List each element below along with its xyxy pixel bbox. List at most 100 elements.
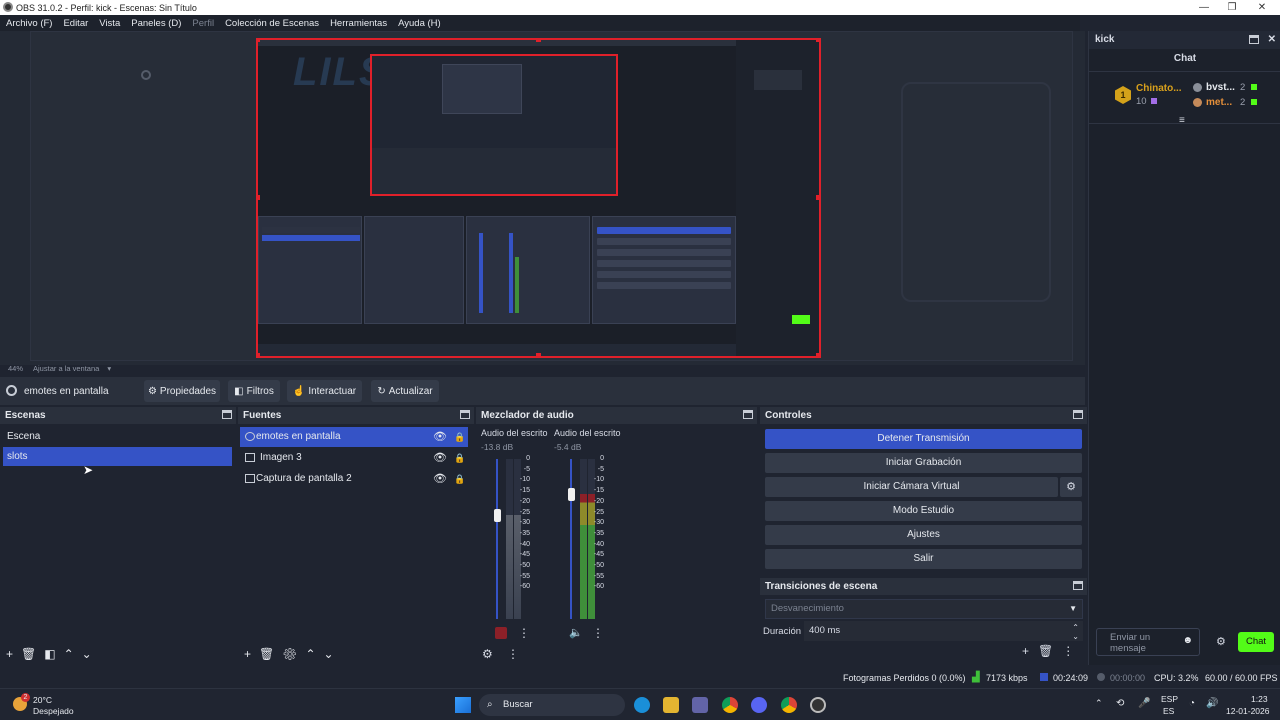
add-icon[interactable]: + — [244, 647, 259, 661]
lock-icon[interactable]: 🔒 — [454, 448, 465, 468]
properties-button[interactable]: ⚙ Propiedades — [144, 380, 220, 402]
trash-icon[interactable]: 🗑 — [21, 647, 44, 661]
undock-icon[interactable] — [743, 410, 753, 419]
source-item[interactable]: Imagen 3 👁 🔒 — [240, 448, 468, 468]
volume-slider-knob[interactable] — [568, 488, 575, 502]
clock-time[interactable]: 1:23 — [1251, 694, 1268, 704]
filter-icon[interactable]: ◧ — [44, 647, 63, 661]
expand-list-icon[interactable]: ≡ — [1179, 115, 1185, 126]
kebab-menu-icon[interactable]: ⋮ — [507, 647, 519, 661]
chat-message-input[interactable]: Enviar un mensaje ☻ — [1096, 628, 1200, 656]
undock-icon[interactable] — [1073, 410, 1083, 419]
teams-icon[interactable] — [692, 697, 708, 713]
filters-button[interactable]: ◧ Filtros — [228, 380, 280, 402]
transform-handle[interactable] — [258, 353, 260, 356]
sync-icon[interactable]: ⟲ — [1116, 698, 1124, 709]
refresh-button[interactable]: ↻ Actualizar — [371, 380, 439, 402]
menu-perfil[interactable]: Perfil — [192, 18, 214, 29]
edge-icon[interactable] — [634, 697, 650, 713]
gear-icon[interactable]: ⚙ — [482, 647, 493, 661]
menu-archivo[interactable]: Archivo (F) — [6, 18, 52, 29]
start-recording-button[interactable]: Iniciar Grabación — [765, 453, 1082, 473]
lock-icon[interactable]: 🔒 — [454, 427, 465, 447]
zoom-mode-dropdown[interactable]: Ajustar a la ventana — [33, 364, 99, 373]
menu-paneles[interactable]: Paneles (D) — [131, 18, 181, 29]
transform-handle[interactable] — [258, 40, 260, 42]
arrow-down-icon[interactable]: ⌄ — [82, 647, 100, 661]
transform-handle[interactable] — [258, 195, 260, 200]
source-item[interactable]: Captura de pantalla 2 👁 🔒 — [240, 469, 468, 489]
clock-date[interactable]: 12-01-2026 — [1226, 706, 1269, 716]
leader-name[interactable]: bvst... — [1206, 82, 1235, 93]
undock-icon[interactable] — [460, 410, 470, 419]
lock-icon[interactable]: 🔒 — [454, 469, 465, 489]
windows-start-icon[interactable] — [455, 697, 471, 713]
stop-streaming-button[interactable]: Detener Transmisión — [765, 429, 1082, 449]
menu-coleccion[interactable]: Colección de Escenas — [225, 18, 319, 29]
scene-item-escena[interactable]: Escena — [3, 427, 232, 446]
transform-handle[interactable] — [536, 353, 541, 356]
exit-button[interactable]: Salir — [765, 549, 1082, 569]
gear-icon[interactable]: ⚙ — [282, 647, 305, 661]
menu-vista[interactable]: Vista — [99, 18, 120, 29]
add-icon[interactable]: + — [1022, 644, 1038, 658]
obs-taskbar-icon[interactable] — [810, 697, 826, 713]
volume-slider-knob[interactable] — [494, 509, 501, 522]
microphone-icon[interactable]: 🎤 — [1138, 698, 1150, 709]
wifi-icon[interactable]: ◔ — [1189, 698, 1195, 709]
transition-select[interactable]: Desvanecimiento ▼ — [765, 599, 1083, 619]
preview-canvas[interactable]: LILSLOTS — [256, 38, 821, 358]
studio-mode-button[interactable]: Modo Estudio — [765, 501, 1082, 521]
arrow-down-icon[interactable]: ⌄ — [324, 647, 342, 661]
undock-icon[interactable] — [1249, 35, 1259, 44]
menu-herramientas[interactable]: Herramientas — [330, 18, 387, 29]
volume-slider[interactable] — [496, 459, 498, 619]
add-icon[interactable]: + — [6, 647, 21, 661]
transform-handle[interactable] — [816, 353, 819, 356]
arrow-up-icon[interactable]: ⌃ — [64, 647, 82, 661]
volume-slider[interactable] — [570, 459, 572, 619]
leader-name[interactable]: met... — [1206, 97, 1232, 108]
duration-input[interactable]: 400 ms ⌃ ⌄ — [804, 621, 1083, 641]
eye-icon[interactable]: 👁 — [433, 469, 447, 489]
taskbar-search[interactable]: ⌕ Buscar — [479, 694, 625, 716]
emoji-icon[interactable]: ☻ — [1182, 635, 1193, 646]
volume-icon[interactable]: 🔊 — [1206, 698, 1218, 709]
trash-icon[interactable]: 🗑 — [1038, 644, 1062, 658]
discord-icon[interactable] — [751, 697, 767, 713]
kebab-menu-icon[interactable]: ⋮ — [1062, 644, 1083, 658]
close-icon[interactable]: ✕ — [1268, 31, 1276, 49]
undock-icon[interactable] — [1073, 581, 1083, 590]
maximize-button[interactable]: ❐ — [1216, 0, 1248, 15]
close-button[interactable]: ✕ — [1246, 0, 1278, 15]
kebab-menu-icon[interactable]: ⋮ — [518, 626, 530, 640]
transform-handle[interactable] — [816, 195, 819, 200]
speaker-icon[interactable]: 🔈 — [569, 626, 583, 639]
chrome-icon[interactable] — [781, 697, 797, 713]
undock-icon[interactable] — [222, 410, 232, 419]
chrome-icon[interactable] — [722, 697, 738, 713]
arrow-up-icon[interactable]: ⌃ — [305, 647, 323, 661]
transform-handle[interactable] — [816, 40, 819, 42]
settings-button[interactable]: Ajustes — [765, 525, 1082, 545]
eye-icon[interactable]: 👁 — [433, 448, 447, 468]
keyboard-lang[interactable]: ESP — [1161, 694, 1178, 704]
chevron-down-icon[interactable]: ▾ — [107, 364, 111, 373]
menu-editar[interactable]: Editar — [63, 18, 88, 29]
keyboard-region[interactable]: ES — [1163, 706, 1174, 716]
interact-button[interactable]: ☝ Interactuar — [287, 380, 362, 402]
eye-icon[interactable]: 👁 — [433, 427, 447, 447]
virtual-camera-button[interactable]: Iniciar Cámara Virtual — [765, 477, 1058, 497]
trash-icon[interactable]: 🗑 — [259, 647, 282, 661]
source-item[interactable]: emotes en pantalla 👁 🔒 — [240, 427, 468, 447]
chevron-up-icon[interactable]: ⌃ — [1095, 698, 1103, 709]
mute-icon[interactable] — [495, 627, 507, 639]
leader-name[interactable]: Chinato... — [1136, 83, 1182, 94]
virtual-camera-gear-icon[interactable]: ⚙ — [1060, 477, 1082, 497]
transform-handle[interactable] — [536, 40, 541, 42]
chat-settings-gear-icon[interactable]: ⚙ — [1216, 635, 1226, 648]
file-explorer-icon[interactable] — [663, 697, 679, 713]
scene-item-slots[interactable]: slots — [3, 447, 232, 466]
menu-ayuda[interactable]: Ayuda (H) — [398, 18, 441, 29]
chat-send-button[interactable]: Chat — [1238, 632, 1274, 652]
